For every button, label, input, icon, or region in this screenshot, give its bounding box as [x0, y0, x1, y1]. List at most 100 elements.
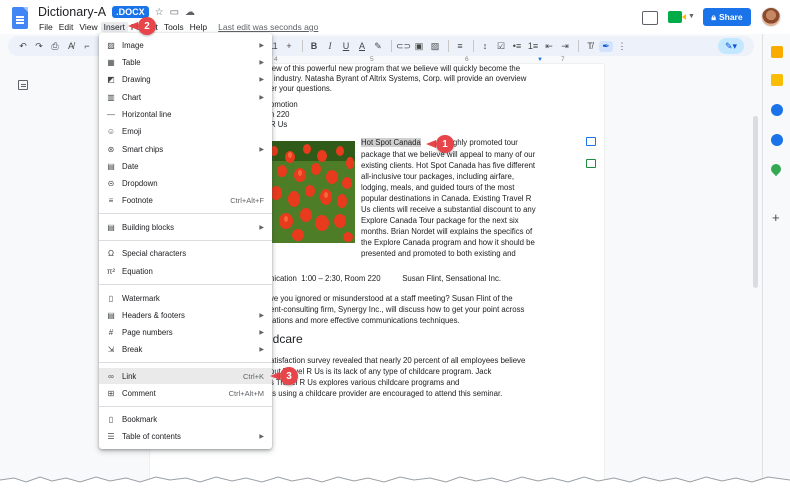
table-icon: ▦ — [107, 57, 115, 67]
menu-help[interactable]: Help — [187, 22, 210, 32]
increase-font-icon[interactable]: + — [282, 41, 296, 51]
comment-icon[interactable]: ▣ — [412, 41, 426, 52]
menu-divider — [99, 284, 272, 285]
menu-item-bookmark[interactable]: ▯ Bookmark — [99, 411, 272, 427]
menu-insert[interactable]: Insert — [100, 22, 128, 32]
undo-icon[interactable]: ↶ — [16, 41, 30, 52]
menu-item-link[interactable]: ∞ Link Ctrl+K — [99, 368, 272, 384]
menu-divider — [99, 213, 272, 214]
menu-divider — [99, 240, 272, 241]
menu-file[interactable]: File — [36, 22, 56, 32]
bold-icon[interactable]: B — [307, 41, 321, 51]
menu-item-label: Bookmark — [122, 414, 158, 424]
highlight-icon[interactable]: ✎ — [371, 41, 385, 52]
print-icon[interactable]: ⎙ — [48, 41, 62, 52]
menu-item-headers-footers[interactable]: ▤ Headers & footers ▶ — [99, 307, 272, 323]
italic-icon[interactable]: I — [323, 41, 337, 51]
menu-item-building-blocks[interactable]: ▤ Building blocks ▶ — [99, 219, 272, 235]
menu-edit[interactable]: Edit — [56, 22, 77, 32]
doc-text-line: presented and promoted to both existing … — [361, 249, 516, 258]
menu-tools[interactable]: Tools — [161, 22, 187, 32]
menu-view[interactable]: View — [76, 22, 100, 32]
underline-icon[interactable]: U — [339, 41, 353, 51]
calendar-icon[interactable] — [771, 46, 783, 58]
vertical-scrollbar[interactable] — [753, 116, 758, 288]
redo-icon[interactable]: ↷ — [32, 41, 46, 52]
torn-edge — [0, 476, 790, 492]
title-row: Dictionary-A .DOCX ☆ ▭ ☁ — [38, 4, 195, 20]
decrease-indent-icon[interactable]: ⇤ — [542, 41, 556, 52]
last-edit-link[interactable]: Last edit was seconds ago — [218, 22, 318, 32]
more-options-icon[interactable]: ⋮ — [615, 41, 629, 52]
doc-text-line: lodging, meals, and guided tours of the … — [361, 183, 515, 192]
avatar[interactable] — [761, 7, 781, 27]
menu-item-watermark[interactable]: ▯ Watermark — [99, 290, 272, 306]
smart-chips-icon: ⊛ — [107, 144, 115, 154]
menu-item-image[interactable]: ▨ Image ▶ — [99, 37, 272, 53]
document-outline-icon[interactable] — [18, 80, 28, 90]
paint-format-icon[interactable]: ⌐ — [80, 41, 94, 51]
menu-item-dropdown[interactable]: ⊝ Dropdown — [99, 175, 272, 191]
keep-icon[interactable] — [771, 74, 783, 86]
menu-item-date[interactable]: ▤ Date — [99, 158, 272, 174]
doc-text-line: all-inclusive tour packages, including a… — [361, 172, 514, 181]
menu-item-label: Page numbers — [122, 327, 173, 337]
line-spacing-icon[interactable]: ↕ — [478, 41, 492, 51]
menu-item-page-numbers[interactable]: # Page numbers ▶ — [99, 324, 272, 340]
numbered-list-icon[interactable]: 1≡ — [526, 41, 540, 51]
menu-item-table[interactable]: ▦ Table ▶ — [99, 54, 272, 70]
text-color-icon[interactable]: A — [355, 41, 369, 51]
increase-indent-icon[interactable]: ⇥ — [558, 41, 572, 52]
checklist-icon[interactable]: ☑ — [494, 41, 508, 52]
selected-text[interactable]: Hot Spot Canada — [361, 138, 421, 147]
image-icon[interactable]: ▨ — [428, 41, 442, 52]
menu-item-emoji[interactable]: ☺ Emoji — [99, 123, 272, 139]
cloud-status-icon[interactable]: ☁ — [185, 7, 195, 18]
menu-item-equation[interactable]: π² Equation — [99, 263, 272, 279]
maps-icon[interactable] — [768, 161, 784, 177]
doc-text-line: l industry. Natasha Byrant of Altrix Sys… — [270, 74, 527, 83]
doc-text-fragment: highly promoted tour — [446, 138, 518, 147]
menu-item-comment[interactable]: ⊞ Comment Ctrl+Alt+M — [99, 385, 272, 401]
menu-item-special-characters[interactable]: Ω Special characters — [99, 245, 272, 261]
menu-item-horizontal-line[interactable]: — Horizontal line — [99, 106, 272, 122]
menu-item-smart-chips[interactable]: ⊛ Smart chips ▶ — [99, 141, 272, 157]
menu-item-table-of-contents[interactable]: ☰ Table of contents ▶ — [99, 428, 272, 444]
docs-logo-icon[interactable] — [12, 7, 28, 29]
ruler-mark: 4 — [274, 56, 278, 63]
star-icon[interactable]: ☆ — [155, 7, 164, 18]
callout-number: 3 — [280, 367, 298, 385]
watermark-icon: ▯ — [108, 293, 114, 303]
bulleted-list-icon[interactable]: •≡ — [510, 41, 524, 51]
chart-icon: ▥ — [107, 92, 115, 102]
meet-button[interactable]: ▼ — [668, 9, 695, 25]
comment-history-icon[interactable] — [642, 11, 658, 25]
suggest-edit-button[interactable] — [581, 155, 601, 171]
side-panel: + — [762, 34, 790, 492]
clear-formatting-icon[interactable]: T̸ — [583, 41, 597, 51]
align-icon[interactable]: ≡ — [453, 41, 467, 51]
move-folder-icon[interactable]: ▭ — [170, 7, 179, 18]
spellcheck-icon[interactable]: A̸ — [64, 41, 78, 51]
menu-item-drawing[interactable]: ◩ Drawing ▶ — [99, 71, 272, 87]
document-title[interactable]: Dictionary-A — [38, 5, 106, 19]
menu-item-shortcut: Ctrl+K — [242, 371, 264, 381]
doc-text-line: nication 1:00 – 2:30, Room 220 Susan Fli… — [270, 274, 502, 283]
add-comment-button[interactable] — [581, 133, 601, 149]
doc-text-line: popular destinations in Canada. Existing… — [361, 194, 532, 203]
headers-footers-icon: ▤ — [107, 310, 115, 320]
add-addon-icon[interactable]: + — [772, 210, 780, 225]
ink-pen-icon[interactable]: ✒ — [599, 40, 613, 52]
share-button[interactable]: 🔒︎ Share — [703, 8, 751, 26]
link-icon[interactable]: ⊂⊃ — [396, 41, 411, 52]
menu-item-label: Table — [122, 57, 141, 67]
doc-text-line: R Us — [270, 120, 288, 129]
indent-marker-icon[interactable]: ▼ — [537, 57, 543, 63]
menu-item-footnote[interactable]: ≡ Footnote Ctrl+Alt+F — [99, 192, 272, 208]
contacts-icon[interactable] — [771, 134, 783, 146]
menu-bar: File Edit View Insert Format Tools Help … — [36, 20, 318, 34]
tasks-icon[interactable] — [771, 104, 783, 116]
menu-item-chart[interactable]: ▥ Chart ▶ — [99, 89, 272, 105]
menu-item-break[interactable]: ⇲ Break ▶ — [99, 341, 272, 357]
editing-mode-button[interactable]: ✎▾ — [718, 38, 744, 54]
